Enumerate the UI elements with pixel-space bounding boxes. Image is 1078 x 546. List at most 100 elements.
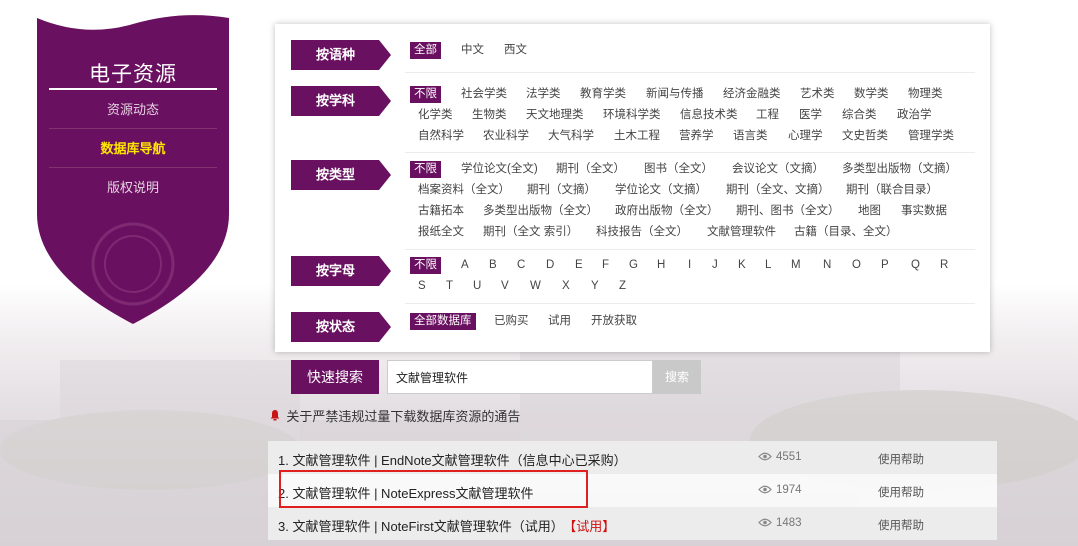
type-option[interactable]: 学位论文(全文) [461, 161, 538, 178]
result-title-link[interactable]: 3. 文献管理软件 | NoteFirst文献管理软件（试用） 【试用】 [278, 516, 615, 535]
letter-option[interactable]: M [791, 257, 801, 274]
type-option[interactable]: 多类型出版物（文摘） [842, 161, 957, 178]
letter-option[interactable]: X [562, 278, 570, 295]
type-option[interactable]: 科技报告（全文） [596, 224, 688, 241]
type-option[interactable]: 学位论文（文摘） [615, 182, 707, 199]
type-option[interactable]: 报纸全文 [418, 224, 464, 241]
sidebar-item-resource-news[interactable]: 资源动态 [49, 90, 217, 129]
type-option[interactable]: 期刊、图书（全文） [736, 203, 840, 220]
letter-option[interactable]: F [602, 257, 609, 274]
letter-option[interactable]: D [546, 257, 554, 274]
view-count: 1974 [758, 484, 802, 496]
type-option[interactable]: 图书（全文） [644, 161, 713, 178]
letter-option[interactable]: 不限 [410, 257, 441, 274]
subject-option[interactable]: 政治学 [897, 107, 932, 124]
status-option[interactable]: 试用 [548, 313, 571, 330]
letter-option[interactable]: T [446, 278, 453, 295]
status-option[interactable]: 全部数据库 [410, 313, 476, 330]
subject-option[interactable]: 文史哲类 [842, 128, 888, 145]
letter-option[interactable]: B [489, 257, 497, 274]
letter-option[interactable]: P [881, 257, 889, 274]
type-option[interactable]: 期刊（全文） [556, 161, 625, 178]
letter-option[interactable]: K [738, 257, 746, 274]
status-option[interactable]: 开放获取 [591, 313, 637, 330]
subject-option[interactable]: 医学 [799, 107, 822, 124]
letter-option[interactable]: R [940, 257, 948, 274]
language-option[interactable]: 中文 [461, 42, 484, 59]
quick-search-input[interactable] [387, 360, 653, 394]
quick-search-label: 快速搜索 [291, 360, 379, 394]
subject-option[interactable]: 经济金融类 [723, 86, 781, 103]
type-option[interactable]: 档案资料（全文） [418, 182, 510, 199]
letter-option[interactable]: G [629, 257, 638, 274]
subject-option[interactable]: 化学类 [418, 107, 453, 124]
subject-option[interactable]: 语言类 [733, 128, 768, 145]
letter-option[interactable]: A [461, 257, 469, 274]
subject-option[interactable]: 教育学类 [580, 86, 626, 103]
notice-link[interactable]: 关于严禁违规过量下载数据库资源的通告 [269, 406, 520, 425]
subject-option[interactable]: 物理类 [908, 86, 943, 103]
subject-option[interactable]: 艺术类 [800, 86, 835, 103]
letter-option[interactable]: Y [591, 278, 599, 295]
type-option[interactable]: 期刊（联合目录） [846, 182, 938, 199]
type-option[interactable]: 期刊（文摘） [527, 182, 596, 199]
type-option[interactable]: 文献管理软件 [707, 224, 776, 241]
subject-option[interactable]: 心理学 [788, 128, 823, 145]
letter-option[interactable]: E [575, 257, 583, 274]
result-title-link[interactable]: 1. 文献管理软件 | EndNote文献管理软件（信息中心已采购） [278, 450, 627, 469]
type-option[interactable]: 古籍拓本 [418, 203, 464, 220]
type-option[interactable]: 期刊（全文、文摘） [726, 182, 830, 199]
type-option[interactable]: 会议论文（文摘） [732, 161, 824, 178]
letter-option[interactable]: J [712, 257, 718, 274]
sidebar-item-database-navigation[interactable]: 数据库导航 [49, 129, 217, 168]
letter-option[interactable]: V [501, 278, 509, 295]
letter-option[interactable]: Z [619, 278, 626, 295]
help-link[interactable]: 使用帮助 [878, 484, 924, 500]
status-option[interactable]: 已购买 [494, 313, 529, 330]
subject-option[interactable]: 综合类 [842, 107, 877, 124]
subject-option[interactable]: 社会学类 [461, 86, 507, 103]
sidebar-item-copyright[interactable]: 版权说明 [49, 168, 217, 207]
letter-option[interactable]: H [657, 257, 665, 274]
type-option[interactable]: 不限 [410, 161, 441, 178]
subject-option[interactable]: 生物类 [472, 107, 507, 124]
subject-option[interactable]: 农业科学 [483, 128, 529, 145]
subject-option[interactable]: 管理学类 [908, 128, 954, 145]
type-option[interactable]: 政府出版物（全文） [615, 203, 719, 220]
letter-option[interactable]: C [517, 257, 525, 274]
subject-option[interactable]: 天文地理类 [526, 107, 584, 124]
type-option[interactable]: 古籍（目录、全文） [794, 224, 898, 241]
subject-option[interactable]: 工程 [756, 107, 779, 124]
type-option[interactable]: 期刊（全文 索引） [483, 224, 578, 241]
subject-option[interactable]: 不限 [410, 86, 441, 103]
view-count-value: 1974 [776, 484, 802, 496]
subject-option[interactable]: 新闻与传播 [646, 86, 704, 103]
subject-option[interactable]: 数学类 [854, 86, 889, 103]
letter-option[interactable]: Q [911, 257, 920, 274]
view-count-value: 4551 [776, 451, 802, 463]
type-option[interactable]: 多类型出版物（全文） [483, 203, 598, 220]
letter-option[interactable]: U [473, 278, 481, 295]
letter-option[interactable]: N [823, 257, 831, 274]
letter-option[interactable]: S [418, 278, 426, 295]
letter-option[interactable]: L [765, 257, 771, 274]
letter-option[interactable]: I [688, 257, 691, 274]
language-option[interactable]: 西文 [504, 42, 527, 59]
subject-option[interactable]: 信息技术类 [680, 107, 738, 124]
subject-option[interactable]: 自然科学 [418, 128, 464, 145]
subject-option[interactable]: 土木工程 [614, 128, 660, 145]
search-button[interactable]: 搜索 [653, 360, 701, 394]
type-option[interactable]: 事实数据 [901, 203, 947, 220]
subject-option[interactable]: 大气科学 [548, 128, 594, 145]
help-link[interactable]: 使用帮助 [878, 451, 924, 467]
letter-option[interactable]: O [852, 257, 861, 274]
language-option[interactable]: 全部 [410, 42, 441, 59]
view-count-value: 1483 [776, 517, 802, 529]
highlight-annotation-box [279, 470, 588, 508]
subject-option[interactable]: 环境科学类 [603, 107, 661, 124]
type-option[interactable]: 地图 [858, 203, 881, 220]
letter-option[interactable]: W [530, 278, 541, 295]
subject-option[interactable]: 营养学 [679, 128, 714, 145]
help-link[interactable]: 使用帮助 [878, 517, 924, 533]
subject-option[interactable]: 法学类 [526, 86, 561, 103]
